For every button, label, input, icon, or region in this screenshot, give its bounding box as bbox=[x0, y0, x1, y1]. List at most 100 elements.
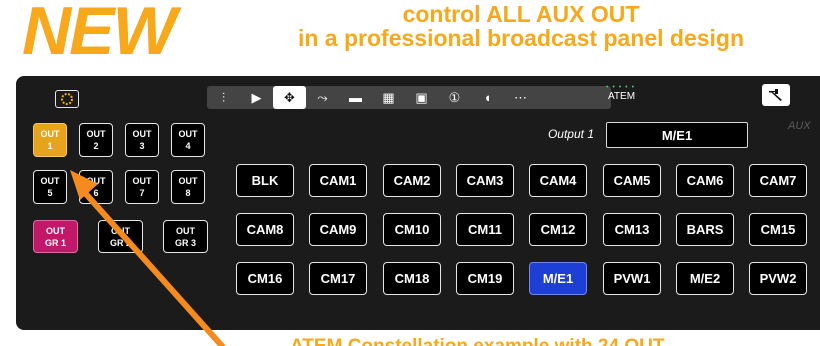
out-button-label: OUT bbox=[178, 129, 198, 139]
source-button-label: CAM8 bbox=[246, 222, 284, 237]
out-button-1[interactable]: OUT 1 bbox=[33, 123, 67, 157]
headline-line-2: in a professional broadcast panel design bbox=[297, 25, 745, 51]
promo-new-badge: NEW bbox=[22, 0, 177, 69]
toolbar-button-grid[interactable]: ▦ bbox=[372, 86, 405, 109]
hammer-icon bbox=[769, 89, 782, 101]
source-button-cam6[interactable]: CAM6 bbox=[676, 164, 734, 197]
toolbar-button-display[interactable]: ▬ bbox=[339, 86, 372, 109]
play-icon: ▶ bbox=[251, 89, 262, 105]
control-panel: ⫶ ▶ ✥ ⤳ ▬ ▦ ▣ ① ◖ ⋯ • • • • • ATEM AUX Output 1 M… bbox=[16, 76, 820, 330]
out-group-button-2[interactable]: OUT GR 2 bbox=[98, 220, 143, 253]
out-button-5[interactable]: OUT 5 bbox=[33, 170, 67, 204]
source-button-pvw1[interactable]: PVW1 bbox=[603, 262, 661, 295]
route-icon: ⤳ bbox=[317, 89, 328, 105]
source-button-cam7[interactable]: CAM7 bbox=[749, 164, 807, 197]
out-button-label: OUT bbox=[86, 129, 106, 139]
source-button-label: CM17 bbox=[320, 271, 356, 286]
out-button-number: 5 bbox=[47, 188, 53, 198]
display-icon: ▬ bbox=[349, 90, 362, 105]
source-button-blk[interactable]: BLK bbox=[236, 164, 294, 197]
headline-line-1: control ALL AUX OUT bbox=[402, 1, 640, 27]
source-button-cam8[interactable]: CAM8 bbox=[236, 213, 294, 246]
toolbar-button-number-one[interactable]: ① bbox=[438, 86, 471, 109]
out-group-label: OUT bbox=[111, 225, 130, 236]
source-button-label: CM19 bbox=[467, 271, 503, 286]
source-button-cm12[interactable]: CM12 bbox=[529, 213, 587, 246]
mixer-sliders-icon: ⫶ bbox=[221, 89, 226, 105]
toolbar-button-route[interactable]: ⤳ bbox=[306, 86, 339, 109]
toolbar-button-audio[interactable]: ◖ bbox=[471, 86, 504, 109]
source-button-cam1[interactable]: CAM1 bbox=[309, 164, 367, 197]
source-button-label: CM16 bbox=[247, 271, 283, 286]
source-button-cm10[interactable]: CM10 bbox=[383, 213, 441, 246]
toolbar-button-dots[interactable]: ⋯ bbox=[504, 86, 537, 109]
source-button-cm13[interactable]: CM13 bbox=[603, 213, 661, 246]
out-group-button-1[interactable]: OUT GR 1 bbox=[33, 220, 78, 253]
out-button-number: 4 bbox=[185, 141, 191, 151]
out-button-label: OUT bbox=[86, 176, 106, 186]
output-value-display: M/E1 bbox=[606, 122, 748, 148]
source-button-cm11[interactable]: CM11 bbox=[456, 213, 514, 246]
out-button-7[interactable]: OUT 7 bbox=[125, 170, 159, 204]
dots-icon: ⋯ bbox=[514, 89, 527, 105]
out-group-number: GR 1 bbox=[44, 237, 66, 248]
source-button-label: CM15 bbox=[760, 222, 796, 237]
out-button-3[interactable]: OUT 3 bbox=[125, 123, 159, 157]
source-button-cam4[interactable]: CAM4 bbox=[529, 164, 587, 197]
audio-icon: ◖ bbox=[483, 90, 492, 105]
source-button-cam2[interactable]: CAM2 bbox=[383, 164, 441, 197]
out-button-number: 2 bbox=[93, 141, 99, 151]
source-button-label: CM10 bbox=[394, 222, 430, 237]
source-button-label: PVW1 bbox=[613, 271, 651, 286]
source-button-label: CM18 bbox=[394, 271, 430, 286]
out-button-label: OUT bbox=[40, 129, 60, 139]
device-label: ATEM bbox=[608, 91, 636, 102]
out-group-button-3[interactable]: OUT GR 3 bbox=[163, 220, 208, 253]
output-label: Output 1 bbox=[547, 127, 594, 141]
source-button-me2[interactable]: M/E2 bbox=[676, 262, 734, 295]
source-button-cm17[interactable]: CM17 bbox=[309, 262, 367, 295]
source-button-label: CAM4 bbox=[539, 173, 577, 188]
source-button-pvw2[interactable]: PVW2 bbox=[749, 262, 807, 295]
bottom-caption: ATEM Constellation example with 24 OUT bbox=[290, 334, 710, 346]
source-button-label: BLK bbox=[251, 173, 279, 188]
hammer-button[interactable] bbox=[762, 84, 790, 106]
source-button-cm19[interactable]: CM19 bbox=[456, 262, 514, 295]
out-button-number: 8 bbox=[185, 188, 191, 198]
source-button-label: PVW2 bbox=[759, 271, 797, 286]
source-button-cm15[interactable]: CM15 bbox=[749, 213, 807, 246]
out-button-6[interactable]: OUT 6 bbox=[79, 170, 113, 204]
source-button-cam9[interactable]: CAM9 bbox=[309, 213, 367, 246]
logo-button[interactable] bbox=[55, 90, 79, 108]
source-button-cm18[interactable]: CM18 bbox=[383, 262, 441, 295]
source-button-cm16[interactable]: CM16 bbox=[236, 262, 294, 295]
source-button-label: CM13 bbox=[614, 222, 650, 237]
toolbar-button-play[interactable]: ▶ bbox=[240, 86, 273, 109]
out-button-2[interactable]: OUT 2 bbox=[79, 123, 113, 157]
out-button-4[interactable]: OUT 4 bbox=[171, 123, 205, 157]
out-button-number: 3 bbox=[139, 141, 145, 151]
source-button-label: CAM7 bbox=[759, 173, 797, 188]
toolbar-button-mixer-sliders[interactable]: ⫶ bbox=[207, 86, 240, 109]
source-button-label: CAM3 bbox=[466, 173, 504, 188]
aux-label: AUX bbox=[788, 120, 811, 132]
out-group-number: GR 2 bbox=[109, 237, 131, 248]
source-button-cam3[interactable]: CAM3 bbox=[456, 164, 514, 197]
source-button-bars[interactable]: BARS bbox=[676, 213, 734, 246]
toolbar: ⫶ ▶ ✥ ⤳ ▬ ▦ ▣ ① ◖ ⋯ bbox=[207, 86, 611, 109]
out-button-number: 6 bbox=[93, 188, 99, 198]
source-button-cam5[interactable]: CAM5 bbox=[603, 164, 661, 197]
toolbar-button-move-arrows[interactable]: ✥ bbox=[273, 86, 306, 109]
toolbar-button-square[interactable]: ▣ bbox=[405, 86, 438, 109]
source-button-label: M/E2 bbox=[689, 271, 721, 286]
source-button-label: BARS bbox=[686, 222, 724, 237]
number-one-icon: ① bbox=[448, 89, 461, 105]
source-button-me1[interactable]: M/E1 bbox=[529, 262, 587, 295]
grid-icon: ▦ bbox=[382, 89, 395, 105]
out-group-label: OUT bbox=[176, 225, 195, 236]
ring-logo-icon bbox=[61, 93, 73, 105]
out-button-8[interactable]: OUT 8 bbox=[171, 170, 205, 204]
out-button-number: 1 bbox=[47, 141, 53, 151]
out-group-number: GR 3 bbox=[174, 237, 196, 248]
out-button-label: OUT bbox=[132, 129, 152, 139]
